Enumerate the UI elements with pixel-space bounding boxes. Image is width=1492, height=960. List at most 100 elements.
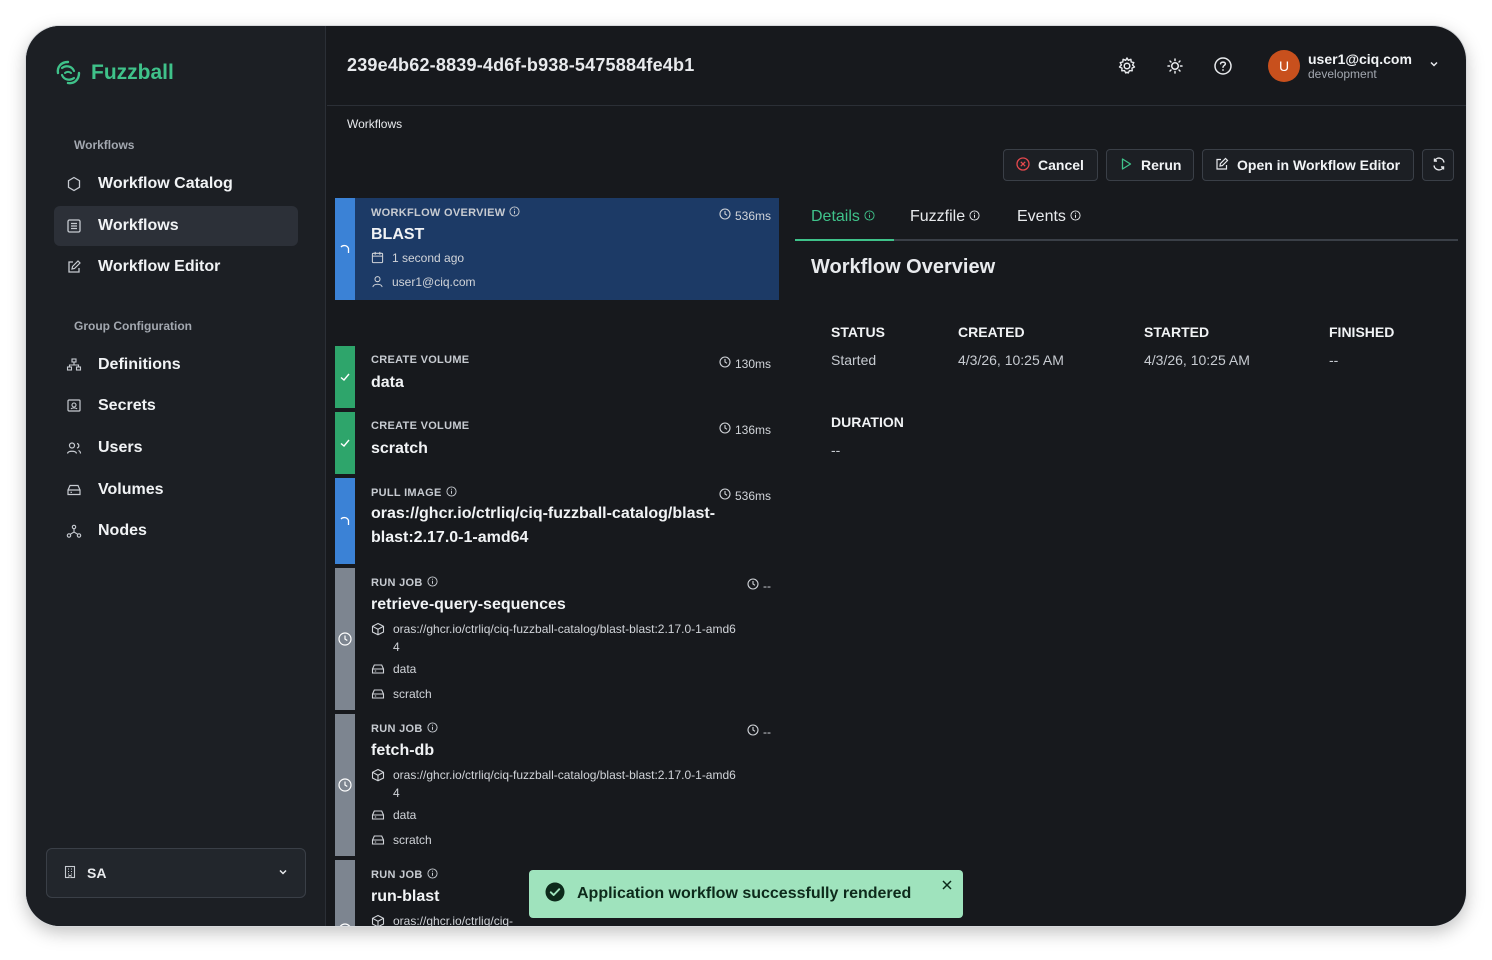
step-duration: -- <box>763 578 771 593</box>
check-icon <box>340 439 350 447</box>
edit-icon <box>1215 157 1229 174</box>
storage-icon <box>66 482 82 498</box>
cancel-label: Cancel <box>1038 157 1084 173</box>
lightbulb-icon[interactable] <box>1165 56 1185 76</box>
close-icon[interactable] <box>941 878 953 896</box>
sidebar-item-volumes[interactable]: Volumes <box>54 470 298 510</box>
step-run-job-fetch-db[interactable]: RUN JOB -- fetch-db oras://ghcr.io/ctrli… <box>335 714 779 856</box>
sidebar-item-workflow-catalog[interactable]: Workflow Catalog <box>54 164 298 204</box>
toast-message: Application workflow successfully render… <box>577 885 912 902</box>
step-duration: 130ms <box>734 356 771 371</box>
chevron-down-icon <box>277 865 289 881</box>
org-select[interactable]: SA <box>46 848 306 898</box>
status-bar-done <box>335 412 355 474</box>
sidebar-item-label: Nodes <box>98 522 147 539</box>
list-icon <box>66 218 82 234</box>
sidebar-item-workflows[interactable]: Workflows <box>54 206 298 246</box>
avatar: U <box>1268 50 1300 82</box>
storage-icon <box>371 660 385 681</box>
sidebar: Fuzzball Workflows Workflow Catalog Work… <box>26 26 326 926</box>
step-pull-image[interactable]: PULL IMAGE 536ms oras://ghcr.io/ctrliq/c… <box>335 478 779 564</box>
refresh-button[interactable] <box>1422 149 1454 181</box>
status-label: STATUS <box>831 324 885 340</box>
app-logo[interactable]: Fuzzball <box>53 58 174 88</box>
step-name: data <box>371 374 404 391</box>
open-in-editor-button[interactable]: Open in Workflow Editor <box>1202 149 1414 181</box>
clock-icon <box>338 632 352 646</box>
sidebar-item-workflow-editor[interactable]: Workflow Editor <box>54 247 298 287</box>
status-bar-done <box>335 346 355 408</box>
volume-scratch: scratch <box>393 833 432 847</box>
tab-events[interactable]: Events <box>1017 208 1081 226</box>
created-value: 4/3/26, 10:25 AM <box>958 352 1064 368</box>
step-created-time: 1 second ago <box>392 251 465 265</box>
info-icon <box>1070 208 1081 226</box>
package-icon <box>371 620 385 641</box>
org-name: SA <box>87 865 107 881</box>
sidebar-item-label: Definitions <box>98 356 181 373</box>
spinner-icon <box>340 516 350 525</box>
volume-data: data <box>393 662 417 676</box>
detail-tabs: Details Fuzzfile Events <box>795 204 1458 241</box>
rerun-button[interactable]: Rerun <box>1106 149 1194 181</box>
step-create-volume-data[interactable]: CREATE VOLUME 130ms data <box>335 346 779 408</box>
started-label: STARTED <box>1144 324 1210 340</box>
open-editor-label: Open in Workflow Editor <box>1237 157 1401 173</box>
step-duration: -- <box>763 724 771 739</box>
app-window: Fuzzball Workflows Workflow Catalog Work… <box>26 26 1466 926</box>
step-kind: CREATE VOLUME <box>371 420 470 432</box>
section-label-workflows: Workflows <box>74 138 135 152</box>
info-icon <box>969 208 980 226</box>
cancel-button[interactable]: Cancel <box>1003 149 1098 181</box>
info-icon <box>427 576 438 590</box>
step-kind: RUN JOB <box>371 577 423 589</box>
finished-value: -- <box>1329 352 1339 368</box>
status-bar-pending <box>335 714 355 856</box>
fuzzball-logo-icon <box>56 60 81 85</box>
help-icon[interactable] <box>1213 56 1233 76</box>
package-icon <box>371 912 385 926</box>
step-create-volume-scratch[interactable]: CREATE VOLUME 136ms scratch <box>335 412 779 474</box>
image-ref-line2: 4 <box>393 786 400 800</box>
step-user: user1@ciq.com <box>392 275 476 289</box>
sidebar-item-nodes[interactable]: Nodes <box>54 511 298 551</box>
info-icon <box>864 208 875 226</box>
step-workflow-overview[interactable]: WORKFLOW OVERVIEW 536ms BLAST 1 second a… <box>335 198 779 300</box>
info-icon <box>427 868 438 882</box>
step-name-line1: oras://ghcr.io/ctrliq/ciq-fuzzball-catal… <box>371 505 716 522</box>
breadcrumb[interactable]: Workflows <box>347 117 402 131</box>
tab-fuzzfile[interactable]: Fuzzfile <box>910 208 980 226</box>
status-bar-running <box>335 198 355 300</box>
check-circle-icon <box>545 882 565 907</box>
sidebar-item-label: Workflow Catalog <box>98 175 233 192</box>
step-duration: 536ms <box>734 488 771 503</box>
sidebar-item-label: Volumes <box>98 481 164 498</box>
building-icon <box>63 865 77 882</box>
app-name: Fuzzball <box>91 61 174 84</box>
clock-icon <box>338 778 352 792</box>
sidebar-item-label: Secrets <box>98 397 156 414</box>
tab-label: Events <box>1017 208 1066 225</box>
tab-details[interactable]: Details <box>811 208 875 226</box>
step-run-job-retrieve-query-sequences[interactable]: RUN JOB -- retrieve-query-sequences oras… <box>335 568 779 710</box>
secret-icon <box>66 398 82 414</box>
sidebar-item-users[interactable]: Users <box>54 428 298 468</box>
active-tab-indicator <box>795 239 894 241</box>
gear-icon[interactable] <box>1117 56 1137 76</box>
user-menu[interactable]: U user1@ciq.com development <box>1268 50 1440 82</box>
storage-icon <box>371 831 385 852</box>
status-bar-pending <box>335 568 355 710</box>
step-name: retrieve-query-sequences <box>371 596 566 613</box>
tab-label: Fuzzfile <box>910 208 966 225</box>
clock-icon <box>747 724 759 739</box>
info-icon <box>427 722 438 736</box>
sidebar-item-secrets[interactable]: Secrets <box>54 386 298 426</box>
sidebar-item-definitions[interactable]: Definitions <box>54 345 298 385</box>
info-icon <box>509 206 520 220</box>
step-name-line2: blast:2.17.0-1-amd64 <box>371 529 529 546</box>
step-kind: CREATE VOLUME <box>371 354 470 366</box>
step-name: scratch <box>371 440 428 457</box>
step-name: fetch-db <box>371 742 435 759</box>
user-icon <box>371 273 384 293</box>
step-duration: 536ms <box>734 208 771 223</box>
